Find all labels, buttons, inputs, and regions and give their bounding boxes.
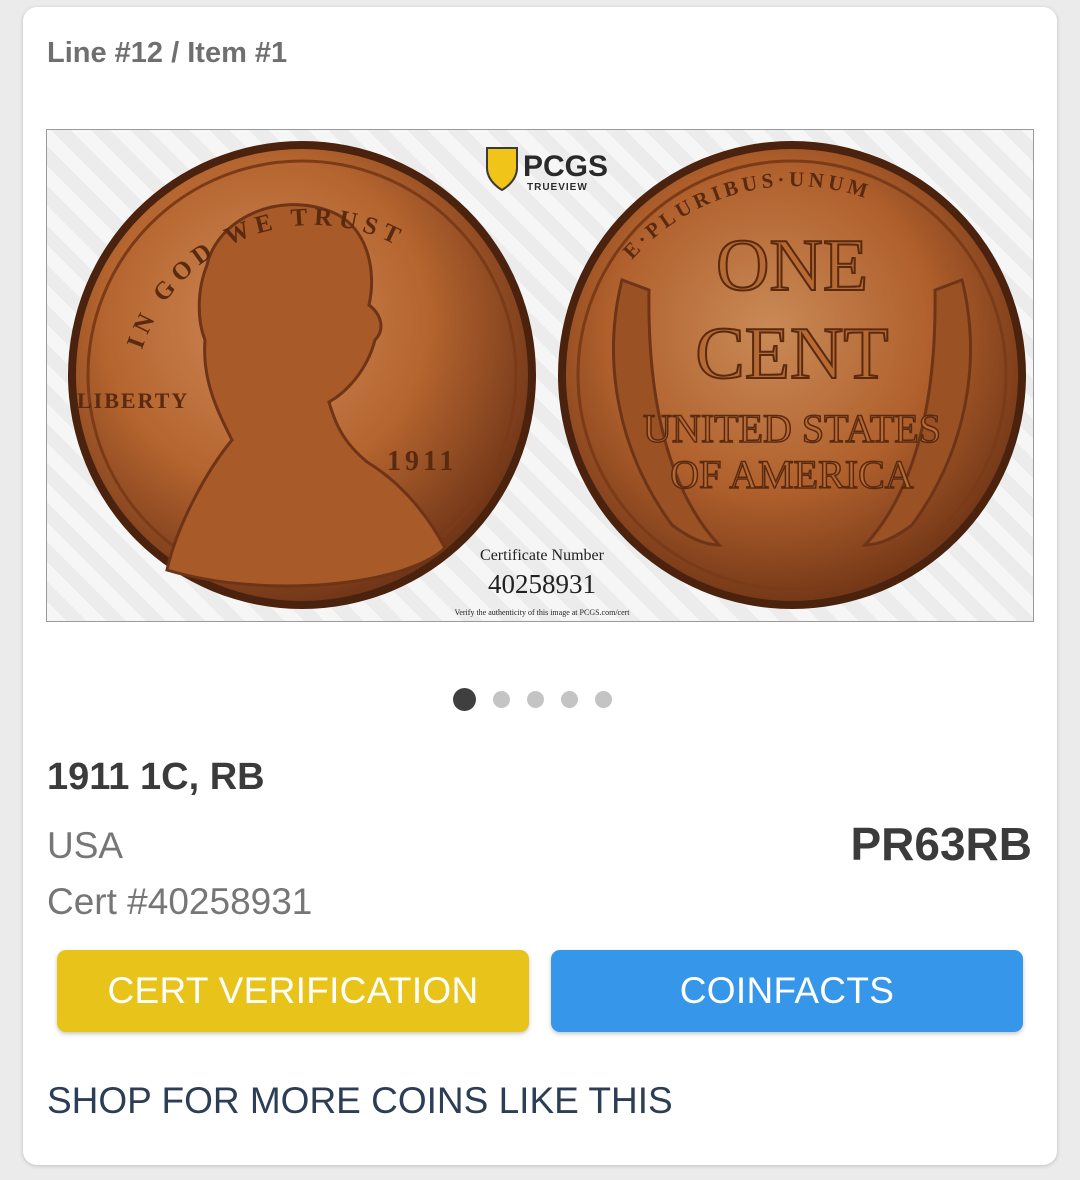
carousel-dot-4[interactable] bbox=[561, 690, 578, 708]
certificate-caption: Certificate Number bbox=[480, 547, 605, 564]
carousel-dot-5[interactable] bbox=[595, 690, 612, 708]
pcgs-logo-subtext: TRUEVIEW bbox=[527, 182, 588, 193]
carousel-dot-2[interactable] bbox=[493, 690, 510, 708]
coin-title: 1911 1C, RB bbox=[47, 756, 265, 798]
verify-text: Verify the authenticity of this image at… bbox=[454, 608, 630, 617]
coin-grade: PR63RB bbox=[850, 818, 1032, 870]
reverse-cent: CENT bbox=[695, 313, 888, 395]
item-card: Line #12 / Item #1 IN GOD WE TRUST LIBER… bbox=[23, 7, 1057, 1165]
line-item-label: Line #12 / Item #1 bbox=[47, 37, 288, 69]
certificate-number: 40258931 bbox=[488, 569, 596, 599]
carousel-indicator[interactable] bbox=[453, 687, 612, 711]
cert-number: Cert #40258931 bbox=[47, 881, 313, 922]
shop-more-coins-link[interactable]: SHOP FOR MORE COINS LIKE THIS bbox=[47, 1080, 673, 1122]
carousel-dot-3[interactable] bbox=[527, 690, 544, 708]
obverse-date: 1911 bbox=[387, 446, 457, 477]
pcgs-logo-text: PCGS bbox=[523, 150, 608, 183]
coinfacts-button[interactable]: COINFACTS bbox=[551, 950, 1023, 1032]
carousel-dot-1[interactable] bbox=[453, 687, 476, 711]
coin-country: USA bbox=[47, 825, 124, 866]
reverse-one: ONE bbox=[716, 225, 868, 307]
coin-image[interactable]: IN GOD WE TRUST LIBERTY 1911 E·PLURIBUS·… bbox=[46, 129, 1034, 622]
obverse-liberty: LIBERTY bbox=[77, 388, 189, 413]
reverse-of-america: OF AMERICA bbox=[670, 452, 913, 497]
reverse-united-states: UNITED STATES bbox=[643, 406, 941, 451]
cert-verification-button[interactable]: CERT VERIFICATION bbox=[57, 950, 529, 1032]
pcgs-logo: PCGS TRUEVIEW bbox=[486, 147, 608, 193]
